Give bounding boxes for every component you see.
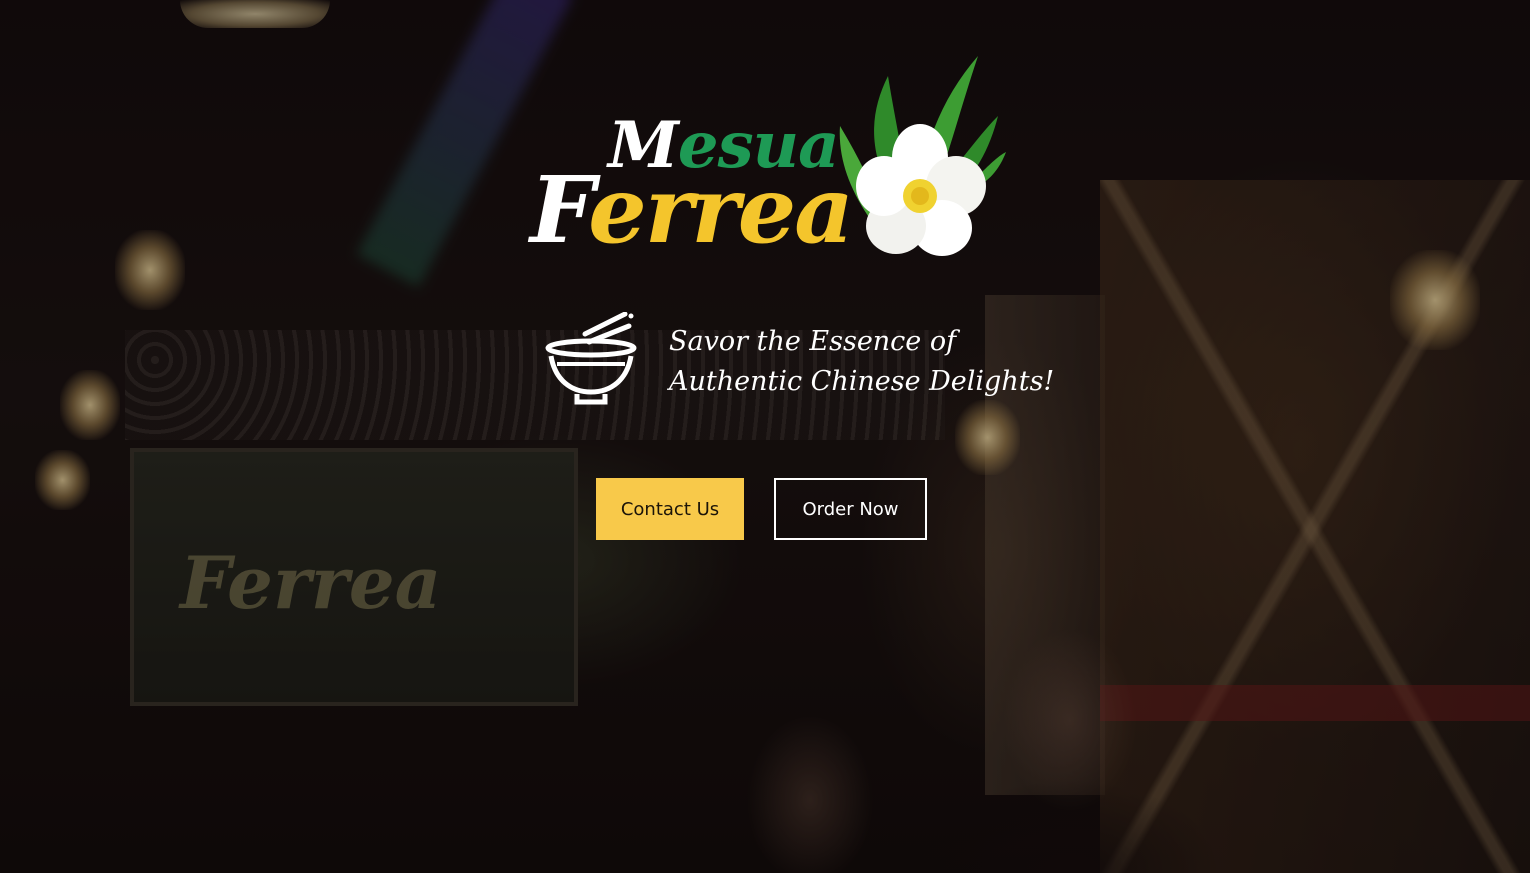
- tagline-row: Savor the Essence of Authentic Chinese D…: [545, 312, 1054, 412]
- logo-bottom-word: errea: [588, 156, 854, 264]
- logo-word-ferrea: Ferrea: [530, 156, 854, 264]
- tagline-line-1: Savor the Essence of: [669, 326, 957, 357]
- brand-logo[interactable]: Mesua Ferrea: [528, 56, 1008, 276]
- tagline-line-2: Authentic Chinese Delights!: [669, 366, 1055, 397]
- noodle-bowl-icon: [545, 312, 637, 405]
- hero-section: Ferrea Mesua Ferrea Savor the Essence of…: [0, 0, 1530, 873]
- flower-icon: [839, 56, 1006, 256]
- order-now-button[interactable]: Order Now: [774, 478, 927, 540]
- logo-initial-f: F: [530, 156, 590, 264]
- contact-us-button[interactable]: Contact Us: [596, 478, 744, 540]
- hero-tagline: Savor the Essence of Authentic Chinese D…: [669, 322, 1054, 402]
